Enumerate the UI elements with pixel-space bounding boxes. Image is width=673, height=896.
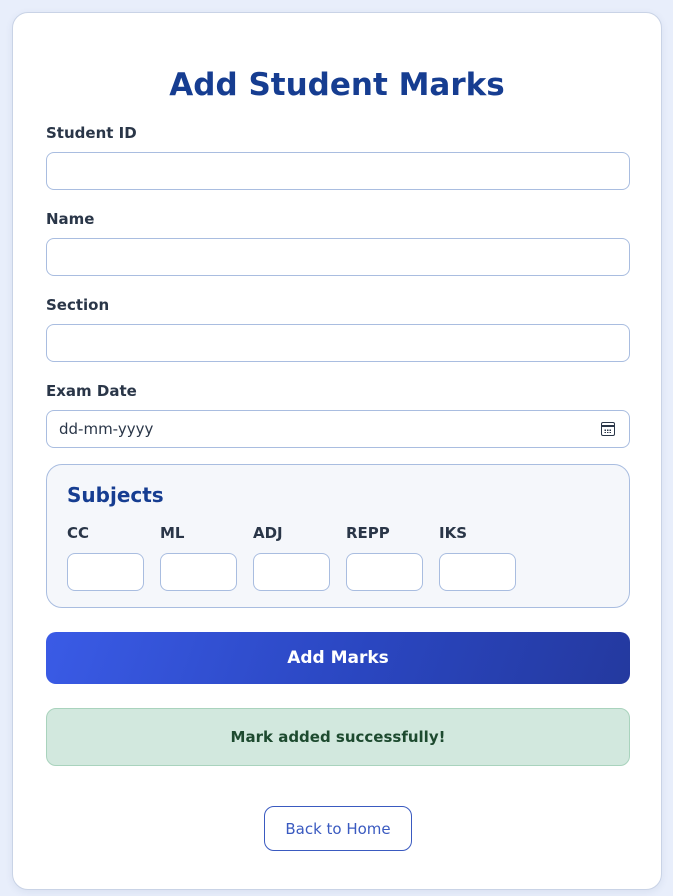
subject-repp-input[interactable] xyxy=(346,553,423,591)
section-label: Section xyxy=(46,296,110,314)
subject-iks: IKS xyxy=(439,523,516,591)
page-title: Add Student Marks xyxy=(169,67,505,103)
calendar-icon[interactable] xyxy=(601,422,615,436)
subject-adj: ADJ xyxy=(253,523,330,591)
subject-cc-input[interactable] xyxy=(67,553,144,591)
exam-date-placeholder: dd-mm-yyyy xyxy=(59,420,154,438)
subject-ml: ML xyxy=(160,523,237,591)
back-to-home-button[interactable]: Back to Home xyxy=(264,806,412,851)
subject-ml-input[interactable] xyxy=(160,553,237,591)
subject-repp-label: REPP xyxy=(346,524,390,542)
subject-ml-label: ML xyxy=(160,524,185,542)
student-id-label: Student ID xyxy=(46,124,137,142)
student-id-input[interactable] xyxy=(46,152,630,190)
exam-date-input[interactable]: dd-mm-yyyy xyxy=(46,410,630,448)
section-input[interactable] xyxy=(46,324,630,362)
subject-adj-label: ADJ xyxy=(253,524,283,542)
add-marks-button[interactable]: Add Marks xyxy=(46,632,630,684)
subject-adj-input[interactable] xyxy=(253,553,330,591)
subject-repp: REPP xyxy=(346,523,423,591)
subjects-title: Subjects xyxy=(67,483,164,507)
subject-iks-input[interactable] xyxy=(439,553,516,591)
success-message: Mark added successfully! xyxy=(46,708,630,766)
subject-cc: CC xyxy=(67,523,144,591)
subject-cc-label: CC xyxy=(67,524,90,542)
name-label: Name xyxy=(46,210,95,228)
subject-iks-label: IKS xyxy=(439,524,468,542)
subjects-panel: Subjects CC ML ADJ REPP IKS xyxy=(46,464,630,608)
name-input[interactable] xyxy=(46,238,630,276)
form-card: Add Student Marks Student ID Name Sectio… xyxy=(12,12,662,890)
exam-date-label: Exam Date xyxy=(46,382,137,400)
